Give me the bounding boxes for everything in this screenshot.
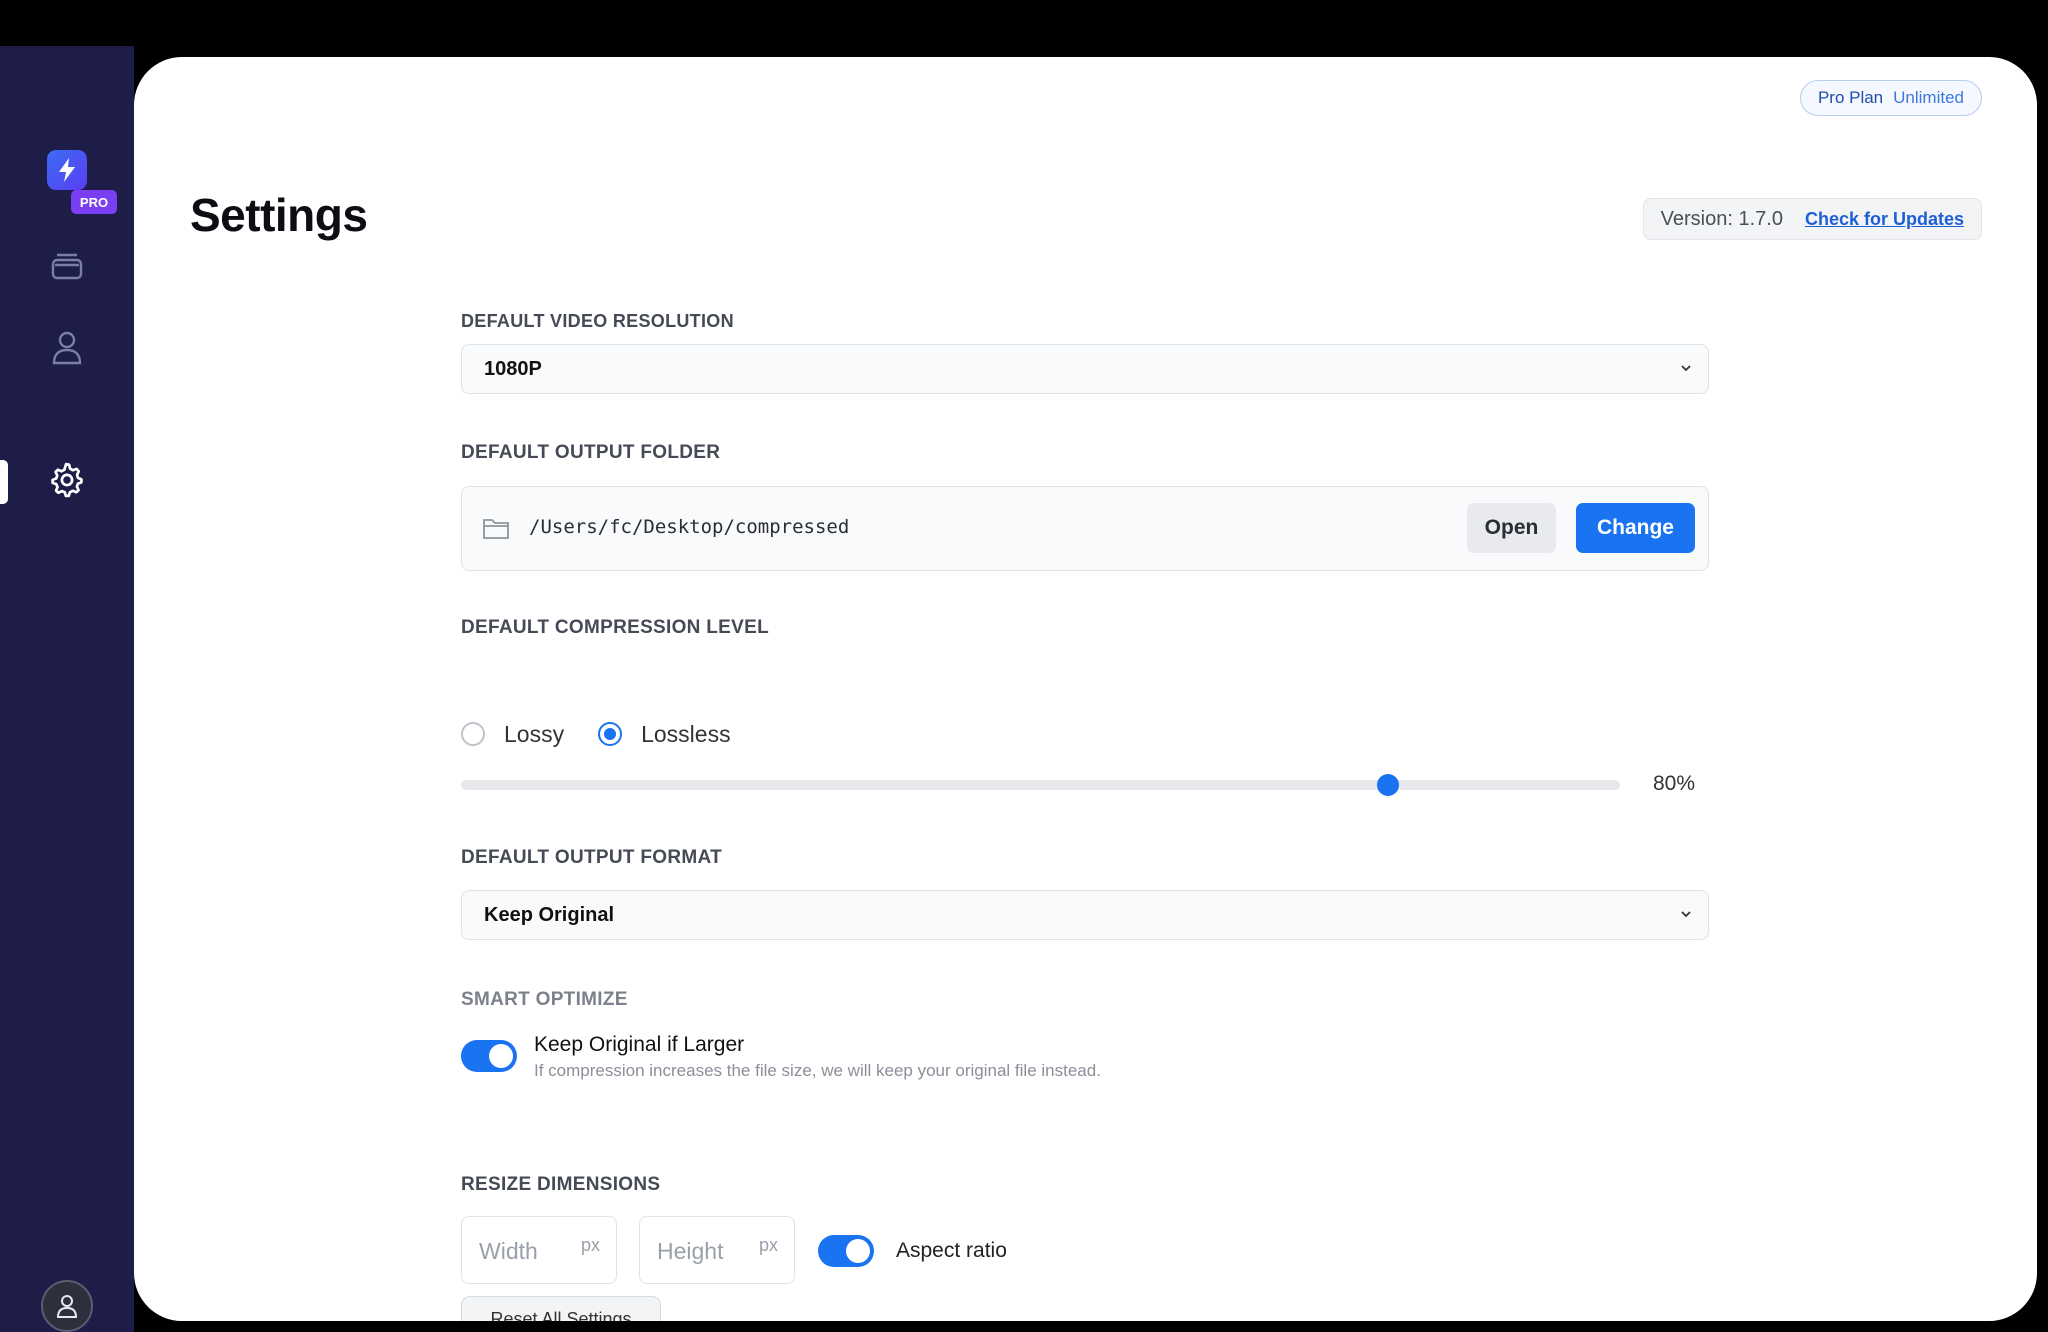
layers-icon: [51, 253, 83, 280]
height-unit: px: [758, 1235, 778, 1255]
change-folder-button[interactable]: Change: [1576, 503, 1695, 553]
output-folder-field: /Users/fc/Desktop/compressed Open Change: [461, 486, 1709, 571]
chevron-down-icon: [1681, 911, 1691, 918]
compression-slider-thumb[interactable]: [1377, 774, 1400, 796]
aspect-ratio-label: Aspect ratio: [896, 1239, 1007, 1262]
output-folder-label: DEFAULT OUTPUT FOLDER: [461, 442, 721, 463]
version-text: Version: 1.7.0: [1660, 207, 1783, 230]
width-placeholder: Width: [479, 1238, 538, 1264]
video-resolution-select[interactable]: 1080P: [461, 344, 1709, 394]
width-unit: px: [580, 1235, 600, 1255]
nav-library[interactable]: [48, 246, 86, 284]
nav-account[interactable]: [48, 328, 86, 366]
output-folder-path: /Users/fc/Desktop/compressed: [529, 516, 850, 538]
toggle-knob: [489, 1044, 513, 1068]
keep-original-toggle[interactable]: [461, 1040, 517, 1072]
plan-name: Pro Plan: [1817, 88, 1884, 107]
compression-level-label: DEFAULT COMPRESSION LEVEL: [461, 617, 770, 638]
folder-icon: [483, 519, 509, 539]
video-resolution-label: DEFAULT VIDEO RESOLUTION: [461, 311, 734, 331]
output-format-select[interactable]: Keep Original: [461, 890, 1709, 940]
height-input[interactable]: Height px: [639, 1216, 795, 1284]
sidebar: PRO: [0, 46, 134, 1332]
compression-slider[interactable]: [461, 780, 1620, 790]
open-folder-button[interactable]: Open: [1467, 503, 1556, 553]
page-title: Settings: [190, 189, 368, 241]
lossy-label[interactable]: Lossy: [504, 721, 564, 748]
chevron-down-icon: [1681, 365, 1691, 372]
aspect-ratio-toggle[interactable]: [818, 1235, 874, 1267]
lossless-radio[interactable]: [598, 722, 623, 746]
settings-panel: Pro Plan Unlimited Settings Version: 1.7…: [134, 57, 2037, 1321]
gear-icon: [51, 462, 83, 498]
resize-dimensions-label: RESIZE DIMENSIONS: [461, 1174, 661, 1195]
lossy-radio[interactable]: [461, 722, 485, 746]
plan-pill[interactable]: Pro Plan Unlimited: [1799, 80, 1982, 116]
version-box: Version: 1.7.0 Check for Updates: [1642, 198, 1982, 240]
width-input[interactable]: Width px: [461, 1216, 617, 1284]
user-icon: [52, 331, 82, 365]
user-avatar[interactable]: [41, 1280, 93, 1332]
nav-settings[interactable]: [48, 461, 86, 499]
compression-level-value: 80%: [1653, 772, 1696, 795]
active-nav-indicator: [0, 460, 8, 504]
toggle-knob: [846, 1239, 870, 1263]
height-placeholder: Height: [657, 1238, 724, 1264]
pro-badge: PRO: [71, 190, 117, 214]
app-logo[interactable]: [47, 150, 87, 190]
reset-settings-button[interactable]: Reset All Settings: [461, 1296, 661, 1321]
compression-options: Lossy Lossless: [461, 719, 731, 749]
lossless-label[interactable]: Lossless: [641, 721, 730, 748]
check-updates-link[interactable]: Check for Updates: [1805, 209, 1964, 230]
plan-tier: Unlimited: [1893, 88, 1964, 107]
video-resolution-value: 1080P: [484, 357, 542, 380]
output-format-label: DEFAULT OUTPUT FORMAT: [461, 847, 723, 868]
lightning-bolt-icon: [59, 158, 75, 182]
smart-optimize-label: SMART OPTIMIZE: [461, 989, 628, 1010]
keep-original-description: If compression increases the file size, …: [534, 1061, 1101, 1080]
user-icon: [56, 1295, 78, 1318]
keep-original-title: Keep Original if Larger: [534, 1033, 745, 1056]
output-format-value: Keep Original: [484, 903, 615, 926]
